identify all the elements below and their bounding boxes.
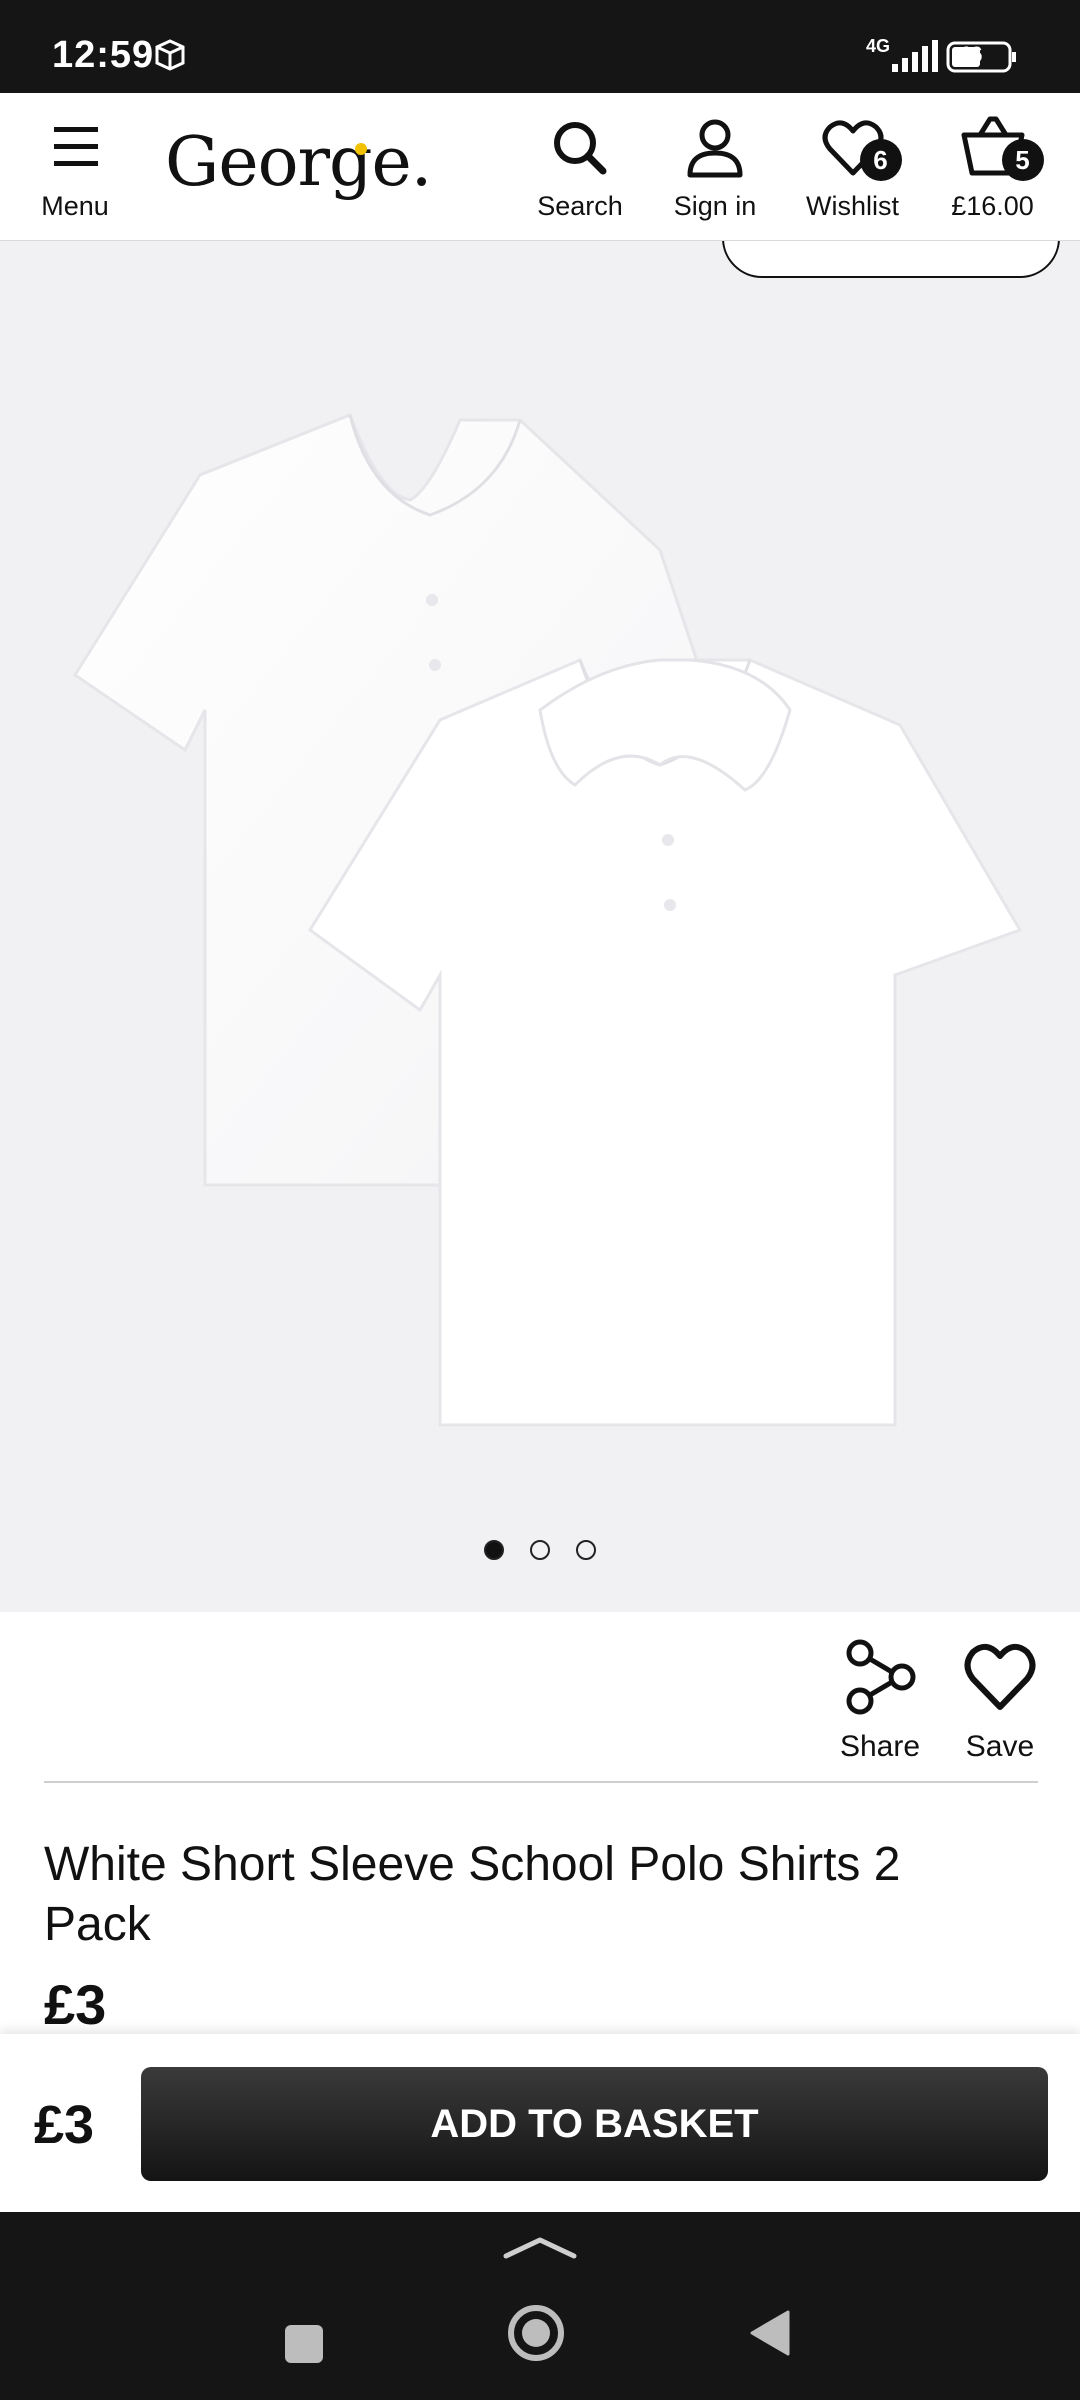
back-button[interactable] [746,2308,792,2358]
basket-button[interactable]: 5 £16.00 [935,113,1050,222]
save-label: Save [965,1730,1035,1763]
carousel-dots [0,1540,1080,1565]
carousel-dot[interactable] [483,1540,504,1560]
logo-dot [355,143,367,155]
signal-icon [892,40,938,72]
product-price: £3 [44,1973,107,2036]
sticky-basket-bar: £3 ADD TO BASKET [0,2034,1080,2212]
sign-in-label: Sign in [673,191,757,221]
status-bar: 12:59 4G 46 [0,0,1080,93]
product-title: White Short Sleeve School Polo Shirts 2 … [44,1838,901,1951]
share-button[interactable]: Share [830,1637,930,1764]
basket-count-badge: 5 [1001,139,1044,181]
product-image [72,413,1023,1427]
divider [44,1781,1038,1783]
save-button[interactable]: Save [950,1637,1050,1764]
search-label: Search [537,191,623,221]
share-label: Share [839,1730,921,1763]
user-icon [687,119,743,178]
menu-label: Menu [41,191,109,221]
network-type: 4G [866,36,891,56]
carousel-dot[interactable] [530,1540,550,1560]
search-button[interactable]: Search [530,113,630,222]
heart-icon [964,1643,1036,1710]
carousel-dot[interactable] [576,1540,597,1560]
sticky-price: £3 [34,2095,95,2155]
basket-total: £16.00 [951,191,1034,221]
hamburger-icon [54,127,98,166]
add-to-basket-button[interactable]: ADD TO BASKET [141,2067,1048,2181]
share-icon [846,1639,916,1715]
product-actions: Share Save [0,1612,1080,1782]
home-button[interactable] [506,2303,566,2363]
status-time: 12:59 [52,34,155,76]
battery-level: 46 [958,42,983,67]
chevron-up-icon[interactable] [502,2232,578,2262]
site-header: Menu George. Search Sign in 6 Wishlist 5… [0,93,1080,241]
recent-apps-button[interactable] [285,2325,323,2363]
wishlist-label: Wishlist [806,191,899,221]
menu-button[interactable]: Menu [30,113,120,222]
package-icon [155,39,185,71]
sign-in-button[interactable]: Sign in [665,113,765,222]
search-icon [554,122,607,175]
wishlist-count-badge: 6 [859,139,902,181]
product-image-gallery[interactable] [0,240,1080,1612]
wishlist-button[interactable]: 6 Wishlist [795,113,910,222]
george-logo[interactable]: George. [165,123,432,202]
